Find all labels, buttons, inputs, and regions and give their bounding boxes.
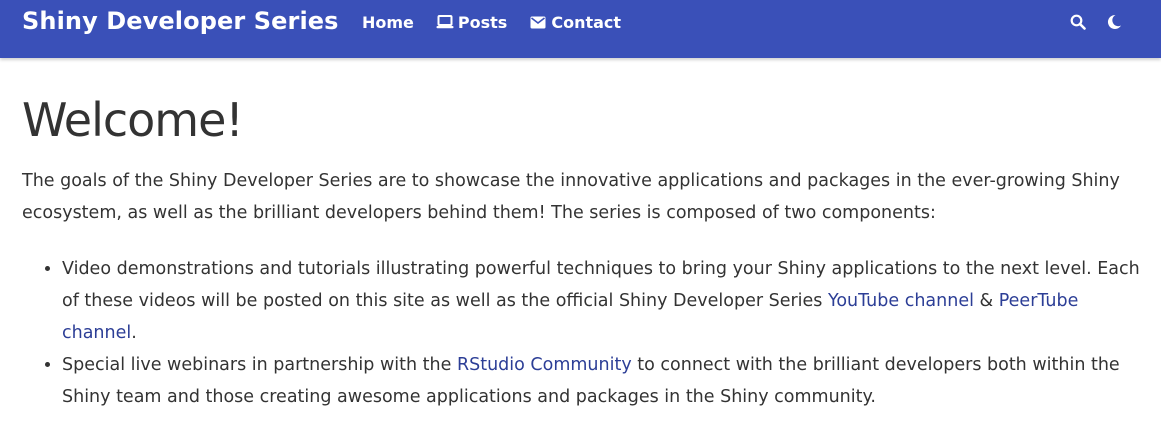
nav-contact-link[interactable]: Contact xyxy=(529,12,621,32)
intro-paragraph: The goals of the Shiny Developer Series … xyxy=(22,171,1120,223)
list-item: Special live webinars in partnership wit… xyxy=(62,349,1147,413)
search-icon[interactable] xyxy=(1068,12,1088,32)
page-title: Welcome! xyxy=(22,93,244,147)
nav-actions xyxy=(1068,12,1140,32)
item-text: & xyxy=(973,291,999,311)
nav-posts-label: Posts xyxy=(457,12,508,32)
main-content: Welcome! The goals of the Shiny Develope… xyxy=(22,92,1147,413)
youtube-channel-link[interactable]: YouTube channel xyxy=(828,291,974,311)
item-text: . xyxy=(131,323,137,343)
nav-posts-link[interactable]: Posts xyxy=(436,12,507,32)
envelope-icon xyxy=(529,13,547,31)
list-item: Video demonstrations and tutorials illus… xyxy=(62,253,1147,349)
nav-home-link[interactable]: Home xyxy=(362,12,414,32)
laptop-icon xyxy=(436,13,454,31)
nav-home-label: Home xyxy=(362,12,414,32)
site-brand-link[interactable]: Shiny Developer Series xyxy=(22,7,339,35)
main-nav: Home Posts Contact xyxy=(362,12,643,32)
moon-icon[interactable] xyxy=(1104,12,1124,32)
navbar: Shiny Developer Series Home Posts Contac… xyxy=(0,0,1161,58)
nav-contact-label: Contact xyxy=(551,12,622,32)
rstudio-community-link[interactable]: RStudio Community xyxy=(457,355,632,375)
components-list: Video demonstrations and tutorials illus… xyxy=(22,253,1147,413)
item-text: Special live webinars in partnership wit… xyxy=(62,355,457,375)
